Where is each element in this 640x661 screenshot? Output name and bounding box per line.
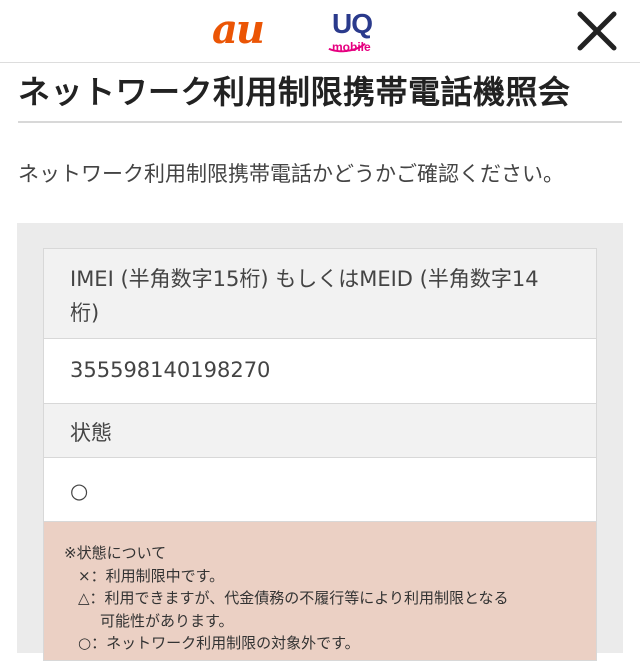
close-button[interactable] [574,8,620,54]
notes-triangle-line1: △：利用できますが、代金債務の不履行等により利用制限となる [78,589,509,607]
imei-label-line2: 桁) [70,301,100,325]
uq-mobile-logo: UQ mobile [320,8,384,56]
notes-circle-line: ○：ネットワーク利用制限の対象外です。 [78,634,360,652]
imei-value: 355598140198270 [70,358,271,382]
uq-logo-text: UQ [332,8,373,39]
au-logo: au [212,6,265,53]
intro-text: ネットワーク利用制限携帯電話かどうかご確認ください。 [18,162,564,186]
status-notes: ※状態について ×：利用制限中です。 △：利用できますが、代金債務の不履行等によ… [43,521,597,661]
status-value: ○ [70,479,89,503]
notes-triangle-line2: 可能性があります。 [100,611,234,630]
uq-logo-subtext: mobile [332,40,371,54]
status-value-cell: ○ [43,457,597,521]
result-table: IMEI (半角数字15桁) もしくはMEID (半角数字14 桁) 35559… [43,248,597,661]
page-title: ネットワーク利用制限携帯電話機照会 [18,73,571,111]
close-icon [577,11,617,51]
title-divider [18,121,622,123]
header-bar: au UQ mobile [0,0,640,63]
status-label: 状態 [70,421,112,445]
imei-value-cell: 355598140198270 [43,338,597,403]
imei-label-line1: IMEI (半角数字15桁) もしくはMEID (半角数字14 [70,267,539,291]
notes-x-line: ×：利用制限中です。 [78,566,225,585]
imei-label-cell: IMEI (半角数字15桁) もしくはMEID (半角数字14 桁) [43,248,597,338]
notes-heading: ※状態について [64,544,167,562]
status-label-cell: 状態 [43,403,597,457]
